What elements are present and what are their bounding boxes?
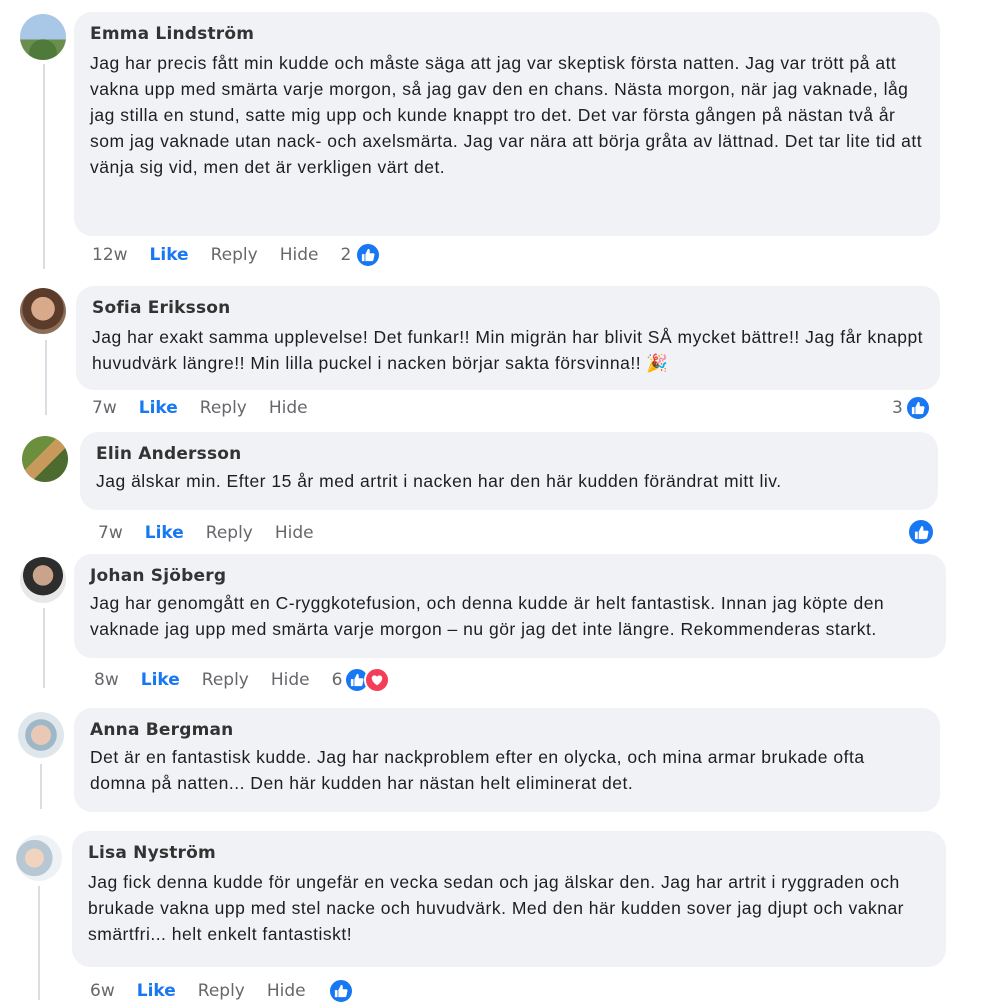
comment-time[interactable]: 7w	[92, 398, 117, 418]
hide-button[interactable]: Hide	[280, 245, 319, 265]
hide-button[interactable]: Hide	[269, 398, 308, 418]
comment-bubble: Anna Bergman Det är en fantastisk kudde.…	[74, 708, 940, 812]
thread-line	[43, 64, 45, 269]
comment-text: Jag älskar min. Efter 15 år med artrit i…	[96, 471, 782, 491]
like-button[interactable]: Like	[137, 981, 176, 1001]
commenter-name[interactable]: Elin Andersson	[96, 444, 922, 464]
comment-bubble: Sofia Eriksson Jag har exakt samma upple…	[76, 286, 940, 390]
reaction-count[interactable]: 6	[332, 670, 343, 690]
commenter-name[interactable]: Johan Sjöberg	[90, 566, 930, 586]
like-button[interactable]: Like	[139, 398, 178, 418]
comment-text: Jag har genomgått en C-ryggkotefusion, o…	[90, 593, 885, 639]
reactions[interactable]: 3	[892, 395, 931, 421]
reaction-count: 3	[892, 398, 903, 418]
avatar[interactable]	[18, 712, 64, 758]
commenter-name[interactable]: Emma Lindström	[90, 24, 924, 44]
reply-button[interactable]: Reply	[202, 670, 249, 690]
like-icon	[904, 395, 931, 421]
comment-bubble: Lisa Nyström Jag fick denna kudde för un…	[72, 831, 946, 967]
avatar[interactable]	[22, 436, 68, 482]
hide-button[interactable]: Hide	[275, 523, 314, 543]
avatar[interactable]	[16, 835, 62, 881]
avatar[interactable]	[20, 288, 66, 334]
comment-actions: 6w Like Reply Hide	[90, 978, 354, 1004]
comment-actions: 7w Like Reply Hide	[98, 523, 336, 543]
comment-bubble: Elin Andersson Jag älskar min. Efter 15 …	[80, 432, 938, 510]
like-button[interactable]: Like	[141, 670, 180, 690]
comment-text: Det är en fantastisk kudde. Jag har nack…	[90, 747, 865, 793]
comment-time[interactable]: 12w	[92, 245, 128, 265]
comment-text: Jag fick denna kudde för ungefär en veck…	[88, 872, 905, 944]
reply-button[interactable]: Reply	[206, 523, 253, 543]
reply-button[interactable]: Reply	[198, 981, 245, 1001]
reply-button[interactable]: Reply	[200, 398, 247, 418]
comment-actions: 12w Like Reply Hide 2	[92, 242, 382, 268]
comment-time[interactable]: 6w	[90, 981, 115, 1001]
comment-text: Jag har precis fått min kudde och måste …	[90, 53, 923, 177]
comment-text: Jag har exakt samma upplevelse! Det funk…	[92, 327, 924, 373]
like-icon[interactable]	[327, 978, 354, 1004]
reactions[interactable]	[907, 518, 935, 546]
commenter-name[interactable]: Anna Bergman	[90, 720, 924, 740]
thread-line	[38, 886, 40, 1000]
like-icon	[907, 518, 935, 546]
avatar[interactable]	[20, 14, 66, 60]
hide-button[interactable]: Hide	[271, 670, 310, 690]
reply-button[interactable]: Reply	[211, 245, 258, 265]
comment-time[interactable]: 7w	[98, 523, 123, 543]
comment-bubble: Emma Lindström Jag har precis fått min k…	[74, 12, 940, 236]
comment-actions: 7w Like Reply Hide	[92, 398, 330, 418]
reaction-count[interactable]: 2	[340, 245, 351, 265]
comment-bubble: Johan Sjöberg Jag har genomgått en C-ryg…	[74, 554, 946, 658]
comment-time[interactable]: 8w	[94, 670, 119, 690]
avatar[interactable]	[20, 557, 66, 603]
like-button[interactable]: Like	[150, 245, 189, 265]
heart-icon[interactable]	[364, 667, 391, 693]
thread-line	[40, 764, 42, 809]
thread-line	[45, 340, 47, 415]
hide-button[interactable]: Hide	[267, 981, 306, 1001]
like-icon[interactable]	[355, 242, 382, 268]
like-button[interactable]: Like	[145, 523, 184, 543]
comment-actions: 8w Like Reply Hide 6	[94, 667, 391, 693]
commenter-name[interactable]: Sofia Eriksson	[92, 298, 924, 318]
commenter-name[interactable]: Lisa Nyström	[88, 843, 930, 863]
thread-line	[43, 608, 45, 688]
